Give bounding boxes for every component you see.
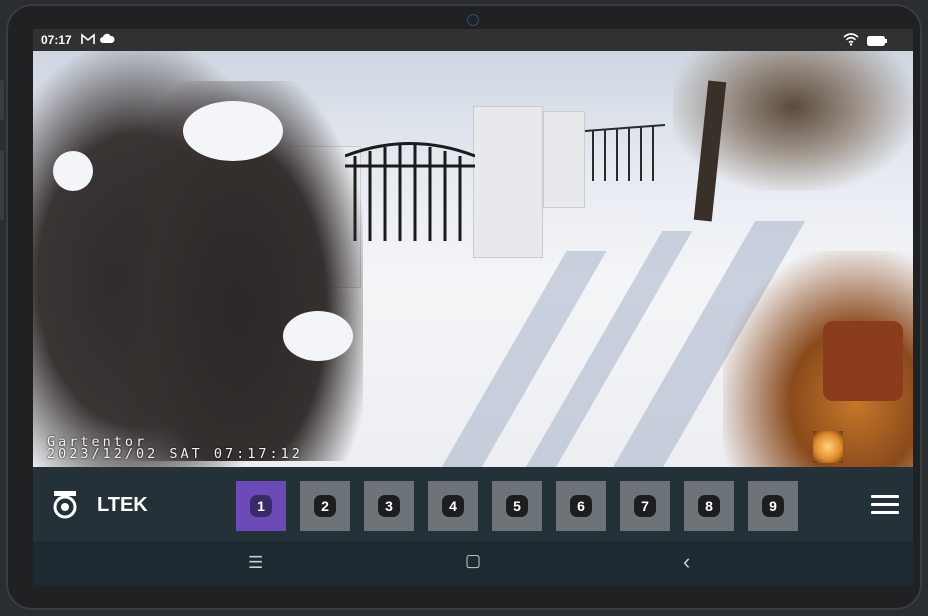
iron-gate <box>345 142 475 241</box>
channel-label: 4 <box>442 495 464 517</box>
channel-label: 3 <box>378 495 400 517</box>
wifi-icon <box>843 33 859 49</box>
channel-label: 7 <box>634 495 656 517</box>
lantern <box>813 431 843 463</box>
cloud-icon <box>99 33 115 48</box>
channel-3-button[interactable]: 3 <box>364 481 414 531</box>
snow-clump <box>283 311 353 361</box>
channel-label: 9 <box>762 495 784 517</box>
fence-pillar <box>543 111 585 208</box>
snow-clump <box>183 101 283 161</box>
screen: 07:17 Gartentor 2023/12/02 SAT 07:17:12 … <box>33 29 913 585</box>
channel-label: 2 <box>314 495 336 517</box>
hamburger-menu-icon[interactable] <box>871 495 899 515</box>
side-fence <box>585 124 665 181</box>
snow-shadow <box>439 251 607 467</box>
channel-label: 8 <box>698 495 720 517</box>
channel-8-button[interactable]: 8 <box>684 481 734 531</box>
system-nav-bar: ☰ ▢ ‹ <box>33 541 913 585</box>
snow-clump <box>53 151 93 191</box>
status-time: 07:17 <box>41 33 72 47</box>
battery-icon <box>867 35 887 49</box>
brand-name: LTEK <box>97 494 148 516</box>
channel-1-button[interactable]: 1 <box>236 481 286 531</box>
channel-7-button[interactable]: 7 <box>620 481 670 531</box>
right-gate-pillar <box>473 106 543 258</box>
home-button[interactable]: ▢ <box>465 551 481 571</box>
side-button <box>0 80 4 120</box>
channel-6-button[interactable]: 6 <box>556 481 606 531</box>
channel-5-button[interactable]: 5 <box>492 481 542 531</box>
channel-label: 6 <box>570 495 592 517</box>
channel-label: 1 <box>250 495 272 517</box>
camera-osd: Gartentor 2023/12/02 SAT 07:17:12 <box>47 435 303 462</box>
flower-pot <box>823 321 903 401</box>
side-button <box>0 150 4 220</box>
recents-button[interactable]: ☰ <box>248 553 263 573</box>
osd-timestamp: 2023/12/02 SAT 07:17:12 <box>47 446 303 462</box>
channel-2-button[interactable]: 2 <box>300 481 350 531</box>
mail-icon <box>81 33 95 48</box>
channel-4-button[interactable]: 4 <box>428 481 478 531</box>
camera-dome-icon <box>53 491 77 519</box>
channel-label: 5 <box>506 495 528 517</box>
camera-video-view[interactable]: Gartentor 2023/12/02 SAT 07:17:12 <box>33 51 913 467</box>
control-bar: LTEK 1 2 3 4 5 6 7 8 9 <box>33 467 913 541</box>
front-camera <box>467 14 479 26</box>
channel-9-button[interactable]: 9 <box>748 481 798 531</box>
status-bar: 07:17 <box>33 29 913 51</box>
back-button[interactable]: ‹ <box>683 549 690 575</box>
